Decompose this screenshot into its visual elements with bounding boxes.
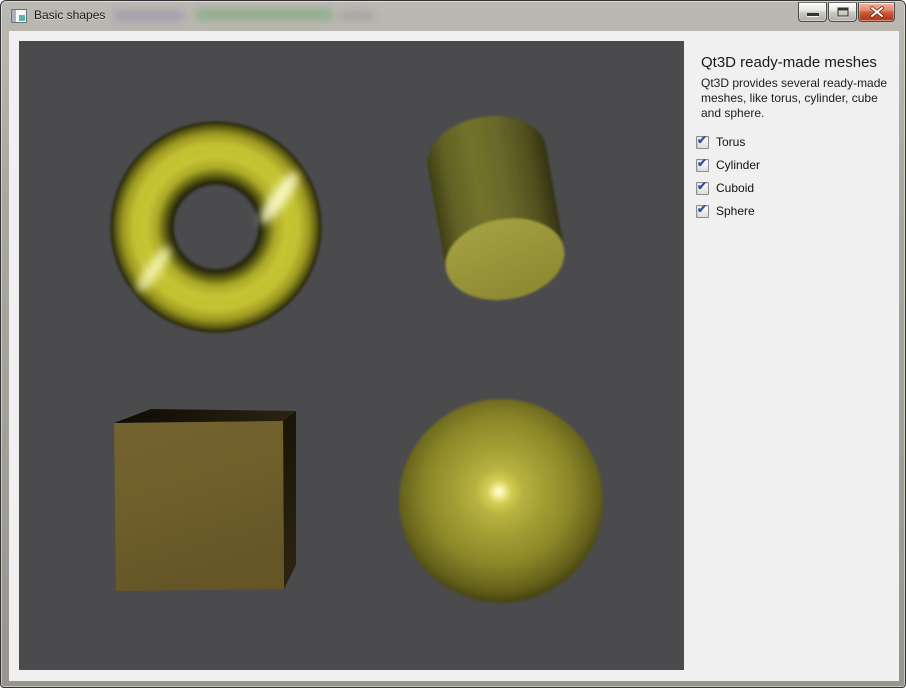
- cuboid-checkbox[interactable]: ✔: [696, 182, 709, 195]
- cylinder-mesh: [421, 107, 571, 309]
- caption-buttons: [797, 2, 895, 23]
- maximize-icon: [837, 8, 848, 17]
- window-title: Basic shapes: [34, 8, 105, 22]
- 3d-scene: [19, 41, 684, 670]
- cylinder-checkbox[interactable]: ✔: [696, 159, 709, 172]
- checkbox-row-torus[interactable]: ✔ Torus: [696, 135, 899, 149]
- checkbox-row-sphere[interactable]: ✔ Sphere: [696, 204, 899, 218]
- minimize-button[interactable]: [798, 2, 827, 22]
- check-icon: ✔: [697, 134, 707, 146]
- close-icon: [869, 6, 885, 18]
- app-icon[interactable]: [11, 9, 27, 23]
- titlebar-smudge-1: [113, 10, 185, 21]
- mesh-checkbox-list: ✔ Torus ✔ Cylinder ✔ Cuboid: [690, 135, 899, 218]
- checkbox-row-cylinder[interactable]: ✔ Cylinder: [696, 158, 899, 172]
- maximize-button[interactable]: [828, 2, 857, 22]
- cuboid-checkbox-label: Cuboid: [716, 181, 754, 195]
- cuboid-mesh: [114, 409, 296, 591]
- client-area: Qt3D ready-made meshes Qt3D provides sev…: [9, 31, 899, 681]
- check-icon: ✔: [697, 203, 707, 215]
- minimize-icon: [807, 13, 819, 16]
- sphere-checkbox-label: Sphere: [716, 204, 755, 218]
- sphere-mesh: [399, 399, 603, 603]
- panel-description: Qt3D provides several ready-made meshes,…: [701, 76, 899, 121]
- app-icon-dot: [19, 15, 25, 21]
- titlebar-smudge-3: [339, 11, 375, 20]
- control-panel: Qt3D ready-made meshes Qt3D provides sev…: [690, 31, 899, 681]
- check-icon: ✔: [697, 180, 707, 192]
- panel-description-line: and sphere.: [701, 106, 899, 121]
- panel-heading: Qt3D ready-made meshes: [701, 54, 899, 71]
- panel-description-line: Qt3D provides several ready-made: [701, 76, 899, 91]
- app-window: Basic shapes: [0, 0, 906, 688]
- cylinder-checkbox-label: Cylinder: [716, 158, 760, 172]
- close-button[interactable]: [858, 2, 895, 22]
- titlebar[interactable]: Basic shapes: [1, 1, 905, 31]
- app-icon-sidebar: [12, 10, 16, 22]
- torus-mesh: [110, 121, 322, 333]
- torus-checkbox-label: Torus: [716, 135, 745, 149]
- checkbox-row-cuboid[interactable]: ✔ Cuboid: [696, 181, 899, 195]
- sphere-checkbox[interactable]: ✔: [696, 205, 709, 218]
- 3d-viewport[interactable]: [19, 41, 684, 670]
- titlebar-smudge-2: [195, 9, 333, 20]
- torus-checkbox[interactable]: ✔: [696, 136, 709, 149]
- panel-description-line: meshes, like torus, cylinder, cube: [701, 91, 899, 106]
- check-icon: ✔: [697, 157, 707, 169]
